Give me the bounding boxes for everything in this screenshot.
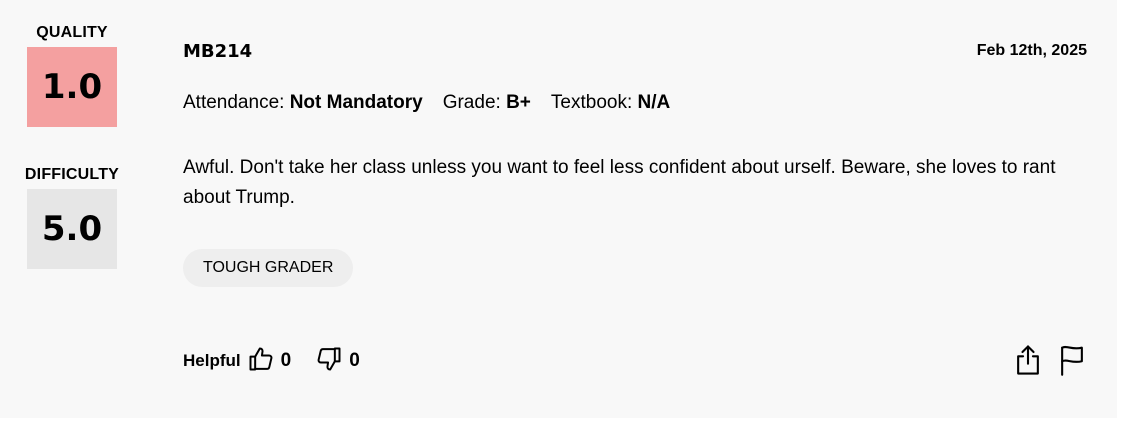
thumbs-up-icon — [247, 345, 275, 378]
thumbs-up-button[interactable]: 0 — [247, 345, 292, 378]
grade-label: Grade: — [442, 92, 501, 113]
grade-value: B+ — [506, 92, 531, 113]
quality-score: 1.0 — [27, 47, 117, 127]
tag-tough-grader: TOUGH GRADER — [183, 249, 354, 287]
quality-label: QUALITY — [36, 24, 108, 41]
review-meta: Attendance: Not Mandatory Grade: B+ Text… — [183, 92, 670, 114]
textbook-label: Textbook: — [550, 92, 633, 113]
grade-info: Grade: B+ — [443, 92, 531, 114]
course-code: MB214 — [183, 41, 253, 62]
thumbs-down-count: 0 — [349, 350, 360, 371]
attendance-value: Not Mandatory — [289, 92, 423, 113]
quality-section: QUALITY 1.0 — [12, 24, 132, 127]
review-actions — [1013, 344, 1087, 381]
review-comment: Awful. Don't take her class unless you w… — [183, 157, 1056, 208]
textbook-info: Textbook: N/A — [551, 92, 670, 114]
helpful-label: Helpful — [183, 351, 241, 370]
share-button[interactable] — [1013, 344, 1043, 381]
attendance-info: Attendance: Not Mandatory — [183, 92, 423, 114]
textbook-value: N/A — [637, 92, 671, 113]
thumbs-up-count: 0 — [280, 350, 292, 371]
helpful-section: Helpful 0 0 — [183, 344, 384, 378]
attendance-label: Attendance: — [183, 92, 285, 113]
thumbs-down-icon — [315, 345, 343, 378]
rating-card: QUALITY 1.0 DIFFICULTY 5.0 MB214 Feb 12t… — [0, 0, 1117, 418]
flag-icon — [1061, 345, 1083, 376]
flag-button[interactable] — [1057, 344, 1087, 381]
share-icon — [1017, 345, 1039, 375]
difficulty-label: DIFFICULTY — [24, 166, 120, 183]
thumbs-down-button[interactable]: 0 — [315, 345, 360, 378]
difficulty-section: DIFFICULTY 5.0 — [12, 166, 132, 269]
review-date: Feb 12th, 2025 — [976, 42, 1087, 59]
difficulty-score: 5.0 — [27, 189, 117, 269]
